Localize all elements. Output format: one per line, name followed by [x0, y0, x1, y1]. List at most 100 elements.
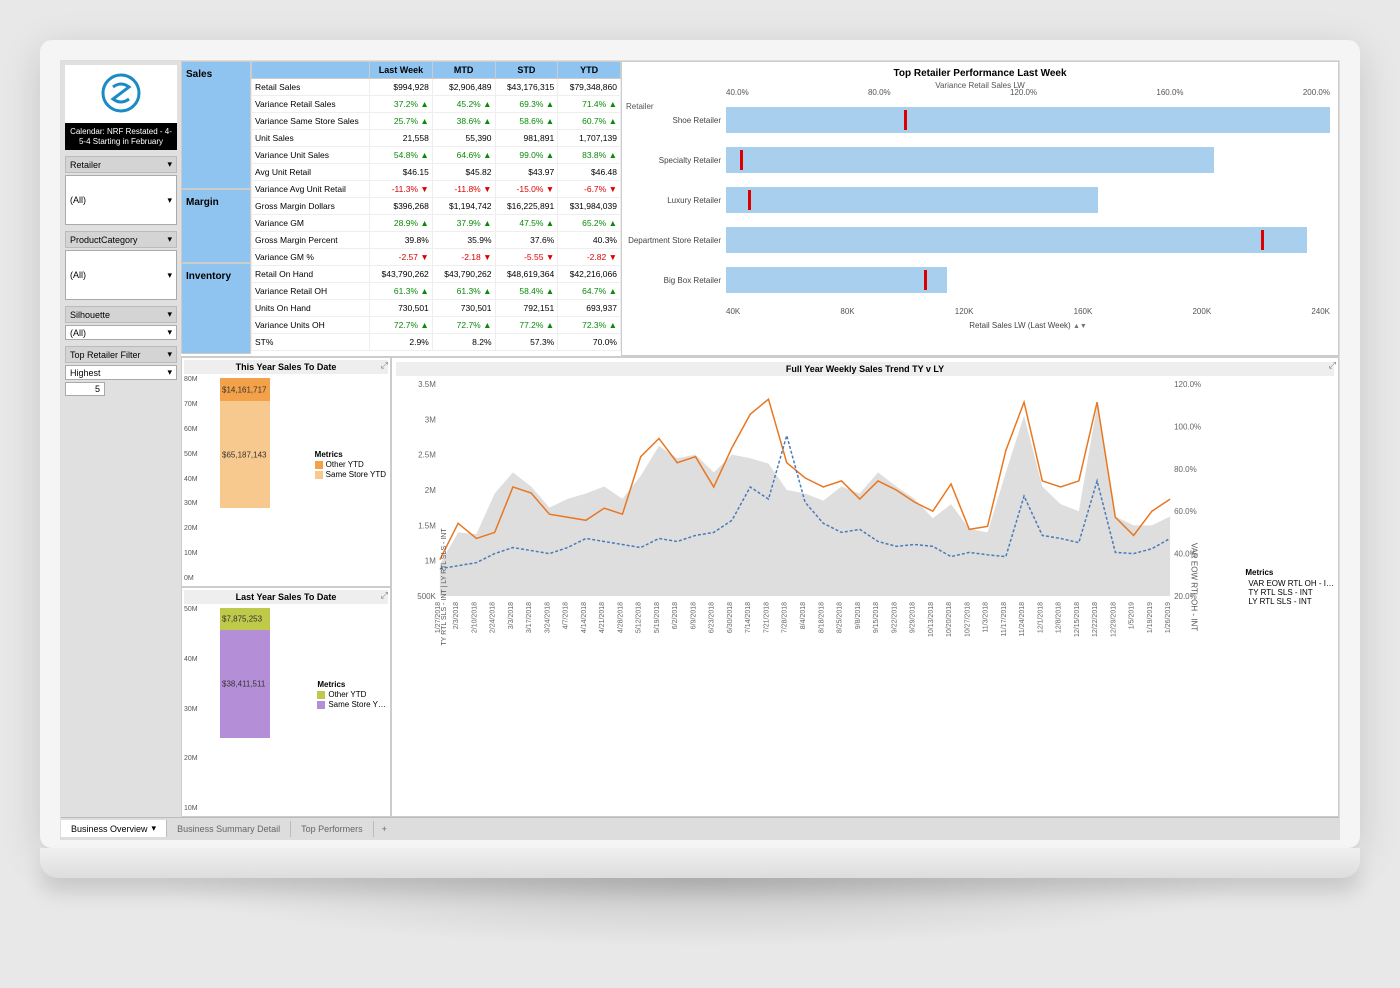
- svg-text:8/25/2018: 8/25/2018: [837, 602, 844, 633]
- top-retailer-count-input[interactable]: 5: [65, 382, 105, 396]
- svg-text:3M: 3M: [425, 415, 436, 424]
- table-row: Variance Same Store Sales25.7% ▲38.6% ▲5…: [252, 113, 621, 130]
- bar-row: Big Box Retailer: [726, 260, 1330, 300]
- chart-title: Top Retailer Performance Last Week: [626, 66, 1334, 81]
- table-row: Variance Unit Sales54.8% ▲64.6% ▲99.0% ▲…: [252, 147, 621, 164]
- weekly-trend-chart: Full Year Weekly Sales Trend TY v LY ⤢ T…: [391, 357, 1339, 817]
- svg-text:60.0%: 60.0%: [1174, 507, 1197, 516]
- chevron-down-icon: ▾: [167, 327, 172, 338]
- svg-text:2.5M: 2.5M: [418, 451, 436, 460]
- table-row: Variance GM28.9% ▲37.9% ▲47.5% ▲65.2% ▲: [252, 215, 621, 232]
- tab-top-performers[interactable]: Top Performers: [291, 821, 374, 837]
- svg-text:4/14/2018: 4/14/2018: [581, 602, 588, 633]
- svg-text:12/8/2018: 12/8/2018: [1056, 602, 1063, 633]
- svg-text:1M: 1M: [425, 557, 436, 566]
- table-row: Variance Avg Unit Retail-11.3% ▼-11.8% ▼…: [252, 181, 621, 198]
- tab-business-overview[interactable]: Business Overview▾: [61, 820, 167, 837]
- svg-text:7/14/2018: 7/14/2018: [745, 602, 752, 633]
- svg-text:10/27/2018: 10/27/2018: [964, 602, 971, 637]
- svg-text:2M: 2M: [425, 486, 436, 495]
- table-row: Retail Sales$994,928$2,906,489$43,176,31…: [252, 79, 621, 96]
- table-row: Variance Retail OH61.3% ▲61.3% ▲58.4% ▲6…: [252, 283, 621, 300]
- chevron-down-icon: ▾: [167, 195, 172, 206]
- sort-icon[interactable]: ▲▼: [1073, 323, 1087, 330]
- table-row: ST%2.9%8.2%57.3%70.0%: [252, 334, 621, 351]
- svg-text:9/15/2018: 9/15/2018: [873, 602, 880, 633]
- svg-text:10/20/2018: 10/20/2018: [946, 602, 953, 637]
- svg-text:3.5M: 3.5M: [418, 380, 436, 389]
- silhouette-dropdown[interactable]: (All)▾: [65, 325, 177, 340]
- svg-text:12/1/2018: 12/1/2018: [1037, 602, 1044, 633]
- table-row: Gross Margin Dollars$396,268$1,194,742$1…: [252, 198, 621, 215]
- bar-row: Luxury Retailer: [726, 180, 1330, 220]
- table-row: Avg Unit Retail$46.15$45.82$43.97$46.48: [252, 164, 621, 181]
- svg-text:2/10/2018: 2/10/2018: [471, 602, 478, 633]
- chevron-down-icon: ▾: [152, 823, 157, 834]
- worksheet-tabs: Business Overview▾ Business Summary Deta…: [61, 817, 1339, 839]
- svg-text:11/17/2018: 11/17/2018: [1001, 602, 1008, 637]
- table-row: Variance Retail Sales37.2% ▲45.2% ▲69.3%…: [252, 96, 621, 113]
- chevron-down-icon: ▾: [167, 309, 172, 320]
- table-row: Retail On Hand$43,790,262$43,790,262$48,…: [252, 266, 621, 283]
- svg-text:12/29/2018: 12/29/2018: [1110, 602, 1117, 637]
- svg-text:10/13/2018: 10/13/2018: [928, 602, 935, 637]
- expand-icon[interactable]: ⤢: [381, 360, 388, 371]
- svg-text:3/24/2018: 3/24/2018: [544, 602, 551, 633]
- table-row: Unit Sales21,55855,390981,8911,707,139: [252, 130, 621, 147]
- calendar-badge: Calendar: NRF Restated - 4-5-4 Starting …: [65, 123, 177, 150]
- section-labels: Sales Margin Inventory: [181, 61, 251, 356]
- svg-text:2/3/2018: 2/3/2018: [453, 602, 460, 629]
- this-year-ytd-chart: This Year Sales To Date ⤢ 80M70M60M50M40…: [181, 357, 391, 587]
- last-year-ytd-chart: Last Year Sales To Date ⤢ 50M40M30M20M10…: [181, 587, 391, 817]
- product-category-dropdown[interactable]: (All)▾: [65, 250, 177, 300]
- retailer-filter-label[interactable]: Retailer▾: [65, 156, 177, 173]
- svg-text:9/22/2018: 9/22/2018: [891, 602, 898, 633]
- svg-text:6/9/2018: 6/9/2018: [690, 602, 697, 629]
- svg-text:7/21/2018: 7/21/2018: [763, 602, 770, 633]
- svg-text:6/2/2018: 6/2/2018: [672, 602, 679, 629]
- y-axis-label: Retailer: [626, 102, 654, 111]
- svg-text:5/19/2018: 5/19/2018: [654, 602, 661, 633]
- svg-text:1/26/2019: 1/26/2019: [1165, 602, 1172, 633]
- svg-text:80.0%: 80.0%: [1174, 465, 1197, 474]
- top-retailer-chart: Top Retailer Performance Last Week Varia…: [621, 61, 1339, 356]
- chevron-down-icon: ▾: [167, 234, 172, 245]
- expand-icon[interactable]: ⤢: [381, 590, 388, 601]
- tab-business-summary-detail[interactable]: Business Summary Detail: [167, 821, 291, 837]
- svg-text:3/3/2018: 3/3/2018: [508, 602, 515, 629]
- svg-text:4/21/2018: 4/21/2018: [599, 602, 606, 633]
- expand-icon[interactable]: ⤢: [1329, 360, 1336, 371]
- product-category-filter-label[interactable]: ProductCategory▾: [65, 231, 177, 248]
- svg-text:8/18/2018: 8/18/2018: [818, 602, 825, 633]
- chevron-down-icon: ▾: [167, 270, 172, 281]
- svg-text:5/12/2018: 5/12/2018: [636, 602, 643, 633]
- top-retailer-filter-label[interactable]: Top Retailer Filter▾: [65, 346, 177, 363]
- svg-text:1.5M: 1.5M: [418, 521, 436, 530]
- logo: [65, 65, 177, 123]
- table-row: Gross Margin Percent39.8%35.9%37.6%40.3%: [252, 232, 621, 249]
- svg-text:100.0%: 100.0%: [1174, 422, 1201, 431]
- svg-text:4/7/2018: 4/7/2018: [563, 602, 570, 629]
- svg-text:2/24/2018: 2/24/2018: [490, 602, 497, 633]
- svg-text:11/24/2018: 11/24/2018: [1019, 602, 1026, 637]
- svg-text:8/4/2018: 8/4/2018: [800, 602, 807, 629]
- sps-logo-icon: [99, 71, 143, 115]
- svg-text:1/5/2019: 1/5/2019: [1129, 602, 1136, 629]
- svg-text:12/15/2018: 12/15/2018: [1074, 602, 1081, 637]
- top-retailer-dropdown[interactable]: Highest▾: [65, 365, 177, 380]
- svg-text:1/19/2019: 1/19/2019: [1147, 602, 1154, 633]
- bar-row: Specialty Retailer: [726, 140, 1330, 180]
- section-margin: Margin: [181, 189, 251, 263]
- add-tab-button[interactable]: +: [374, 821, 395, 837]
- svg-text:500K: 500K: [417, 592, 436, 601]
- silhouette-filter-label[interactable]: Silhouette▾: [65, 306, 177, 323]
- metrics-table: Last WeekMTDSTDYTDRetail Sales$994,928$2…: [251, 61, 621, 356]
- table-row: Variance Units OH72.7% ▲72.7% ▲77.2% ▲72…: [252, 317, 621, 334]
- retailer-dropdown[interactable]: (All)▾: [65, 175, 177, 225]
- section-sales: Sales: [181, 61, 251, 189]
- chevron-down-icon: ▾: [167, 367, 172, 378]
- chevron-down-icon: ▾: [167, 159, 172, 170]
- svg-text:6/23/2018: 6/23/2018: [709, 602, 716, 633]
- sidebar: Calendar: NRF Restated - 4-5-4 Starting …: [61, 61, 181, 817]
- chevron-down-icon: ▾: [167, 349, 172, 360]
